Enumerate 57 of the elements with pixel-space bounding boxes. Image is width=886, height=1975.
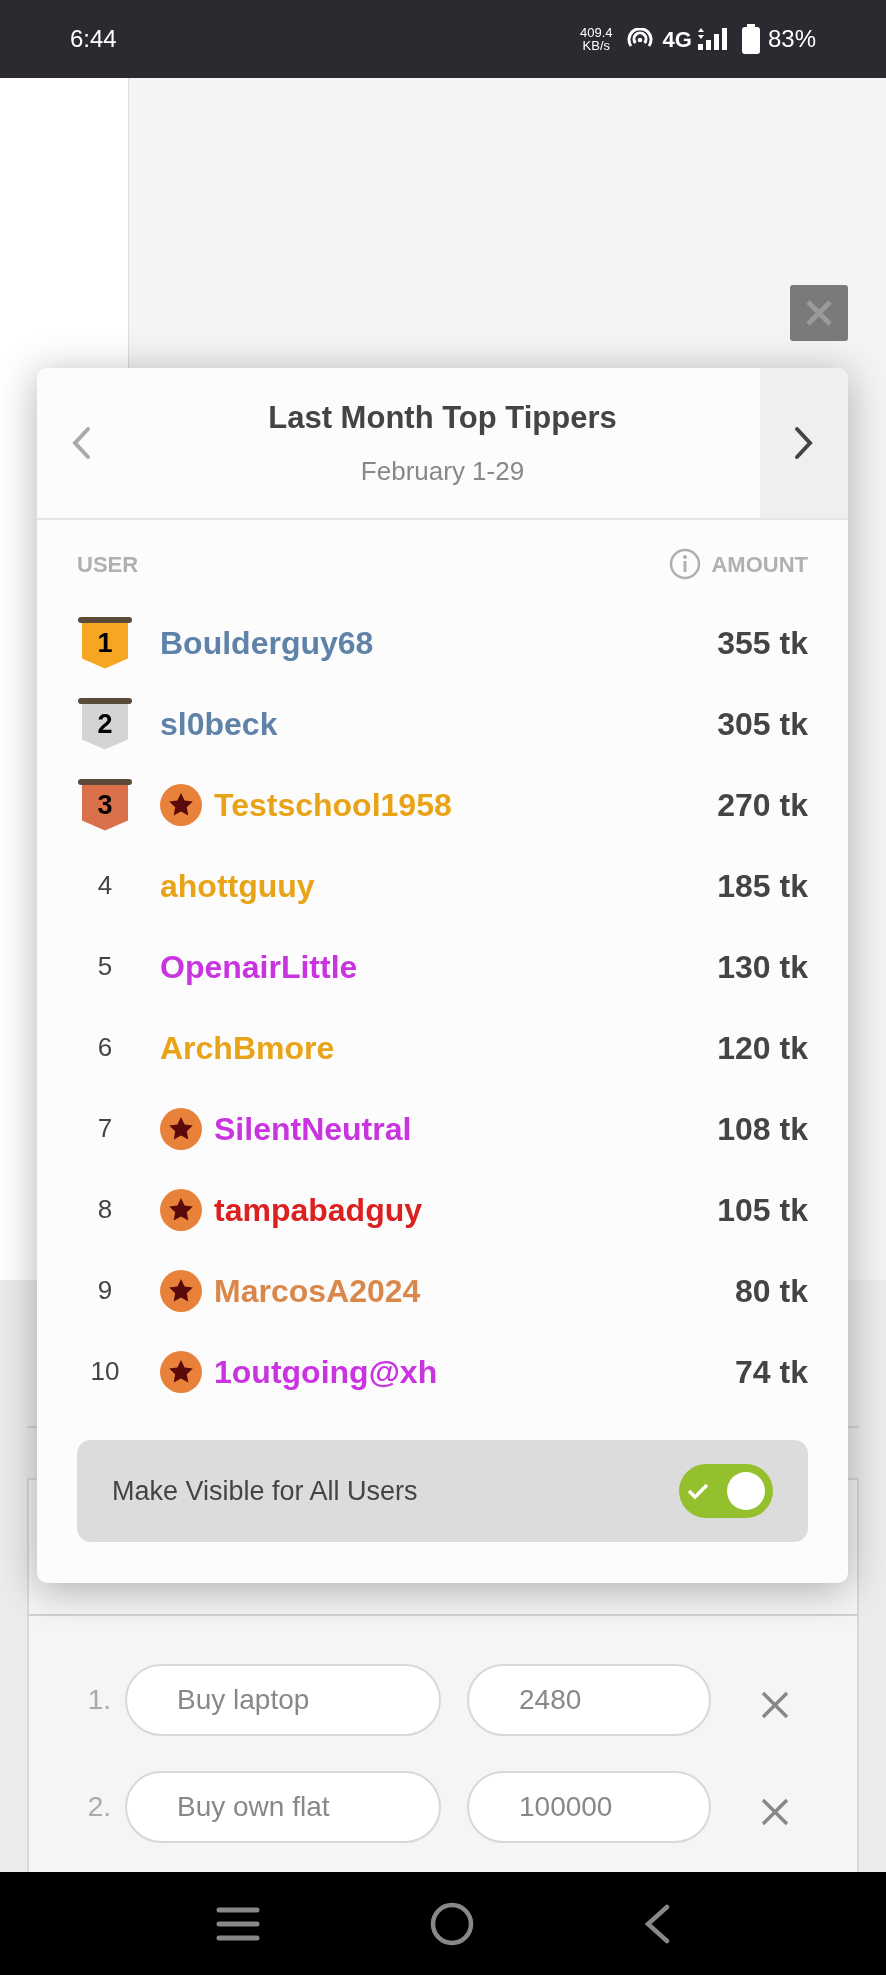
modal-subtitle: February 1-29 [360, 454, 525, 488]
tip-amount: 108 tk [717, 1109, 808, 1149]
rank-number: 7 [97, 1112, 113, 1145]
toggle-knob [727, 1472, 765, 1510]
home-icon[interactable] [430, 1901, 474, 1946]
visibility-label: Make Visible for All Users [112, 1474, 419, 1508]
tipper-name[interactable]: Testschool1958 [214, 780, 452, 829]
modal-title: Last Month Top Tippers [268, 399, 617, 438]
goal-number: 2. [86, 1790, 112, 1824]
rank-number: 5 [97, 950, 113, 983]
clock: 6:44 [70, 24, 117, 54]
signal-icon [697, 26, 728, 52]
goal-number: 1. [86, 1683, 112, 1717]
tip-amount: 305 tk [717, 704, 808, 744]
tipper-name[interactable]: Boulderguy68 [160, 618, 374, 667]
tipper-name[interactable]: tampabadguy [214, 1185, 423, 1234]
tip-amount: 120 tk [717, 1028, 808, 1068]
rank-number: 10 [90, 1355, 120, 1388]
column-header: AMOUNT [711, 550, 808, 579]
tip-amount: 105 tk [717, 1190, 808, 1230]
network-speed-unit: KB/s [582, 39, 611, 52]
chevron-right-icon [794, 426, 814, 460]
tip-amount: 130 tk [717, 947, 808, 987]
tipper-name[interactable]: sl0beck [160, 699, 278, 748]
tip-amount: 270 tk [717, 785, 808, 825]
close-icon [805, 299, 833, 327]
remove-icon[interactable] [761, 1691, 789, 1719]
tip-amount: 355 tk [717, 623, 808, 663]
visibility-toggle[interactable] [679, 1464, 773, 1518]
battery-icon [741, 24, 760, 54]
remove-icon[interactable] [761, 1798, 789, 1826]
goal-amount-field[interactable]: 100000 [467, 1771, 711, 1843]
info-icon[interactable] [669, 548, 702, 580]
tip-amount: 80 tk [735, 1271, 808, 1311]
back-icon[interactable] [643, 1903, 672, 1944]
tip-amount: 74 tk [735, 1352, 808, 1392]
tipper-name[interactable]: SilentNeutral [214, 1104, 412, 1153]
network-speed: 409.4 [580, 26, 613, 39]
check-icon [687, 1482, 709, 1500]
goal-name-field[interactable]: Buy own flat [125, 1771, 441, 1843]
network-type: 4G [662, 25, 692, 54]
battery-level: 83% [767, 24, 816, 54]
rank-number: 9 [97, 1274, 113, 1307]
tipper-name[interactable]: 1outgoing@xh [214, 1347, 438, 1396]
tipper-name[interactable]: MarcosA2024 [214, 1266, 421, 1315]
rank-number: 4 [97, 869, 113, 902]
tipper-name[interactable]: OpenairLittle [160, 942, 358, 991]
tipper-name[interactable]: ahottguuy [160, 861, 315, 910]
goal-name-field[interactable]: Buy laptop [125, 1664, 441, 1736]
rank-number: 8 [97, 1193, 113, 1226]
menu-icon[interactable] [214, 1905, 261, 1942]
goal-amount-field[interactable]: 2480 [467, 1664, 711, 1736]
tip-amount: 185 tk [717, 866, 808, 906]
tipper-name[interactable]: ArchBmore [160, 1023, 335, 1072]
chevron-left-icon [71, 426, 91, 460]
rank-number: 6 [97, 1031, 113, 1064]
column-header: USER [77, 550, 139, 579]
